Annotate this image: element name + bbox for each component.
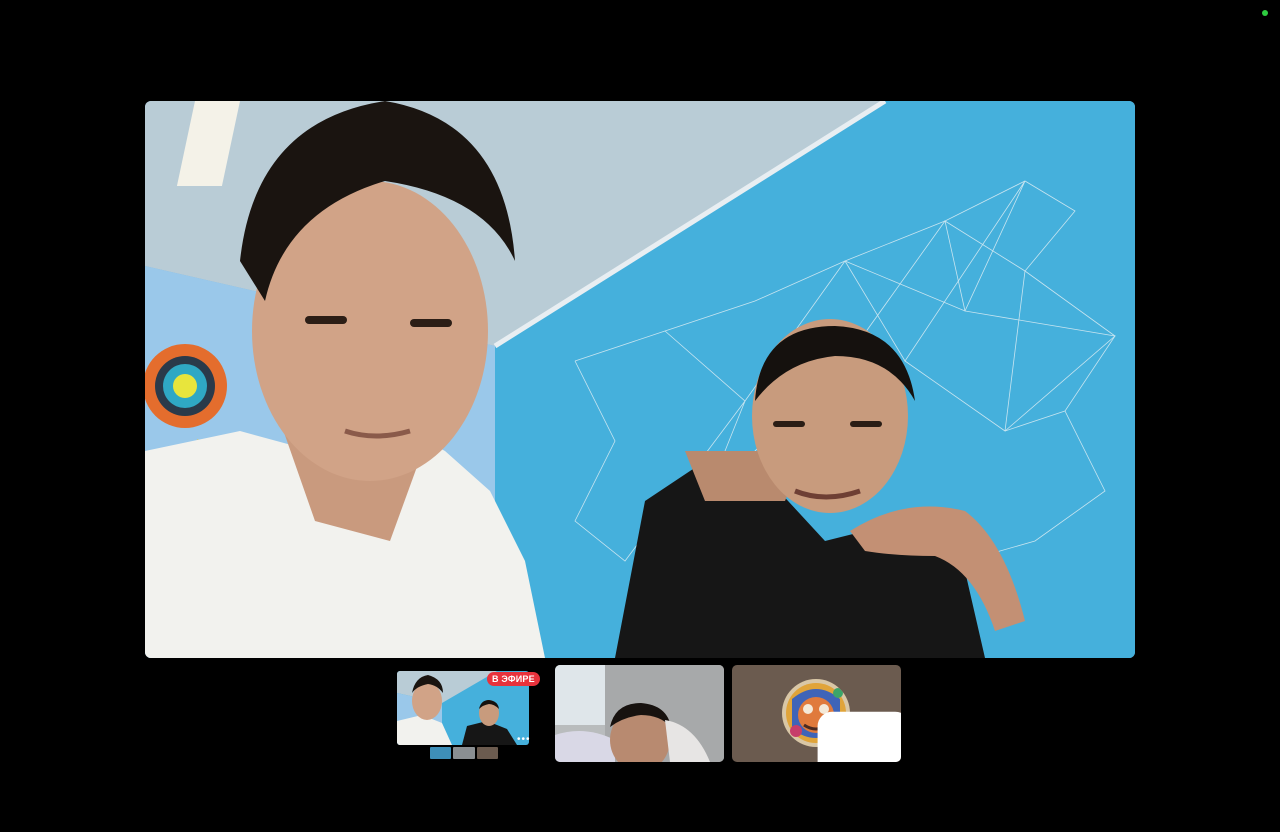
mini-participant-strip [430,747,498,759]
mini-tile-2 [453,747,475,759]
video-camera-icon [817,711,901,762]
recording-status-dot [1262,10,1268,16]
main-video-image [145,101,1135,658]
ellipsis-icon[interactable]: ••• [517,735,531,745]
participant-2-video-image [555,665,724,762]
self-video-tile[interactable]: В ЭФИРЕ ••• [383,665,547,762]
participant-2-video-tile[interactable] [555,665,724,762]
live-badge: В ЭФИРЕ [487,672,540,686]
mini-tile-3 [476,747,498,759]
mini-tile-1 [430,747,452,759]
participant-3-camera-off-tile[interactable] [732,665,901,762]
main-video-feed[interactable] [145,101,1135,658]
